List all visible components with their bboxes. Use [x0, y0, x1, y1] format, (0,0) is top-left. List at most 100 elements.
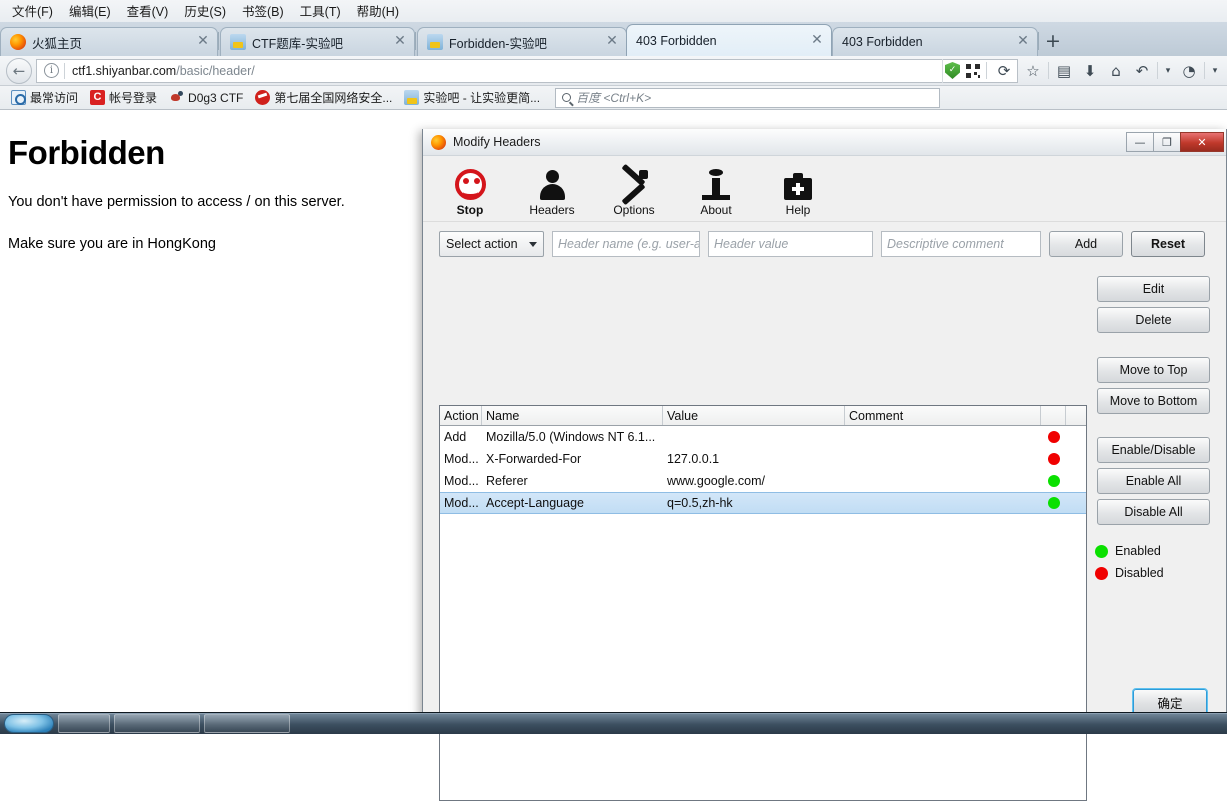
comment-input[interactable]: Descriptive comment — [881, 231, 1041, 257]
undo-dropdown-icon[interactable]: ▾ — [1162, 59, 1174, 83]
table-row[interactable]: Mod... Referer www.google.com/ — [440, 470, 1086, 492]
toolbar-button-help[interactable]: Help — [769, 168, 827, 217]
move-to-bottom-button[interactable]: Move to Bottom — [1097, 388, 1210, 414]
downloads-icon[interactable]: ⬇ — [1079, 59, 1101, 83]
column-header-value[interactable]: Value — [663, 406, 845, 425]
column-header-comment[interactable]: Comment — [845, 406, 1041, 425]
circle-red-icon — [255, 90, 270, 105]
firefox-browser-window: 文件(F) 编辑(E) 查看(V) 历史(S) 书签(B) 工具(T) 帮助(H… — [0, 0, 1227, 734]
url-divider — [64, 63, 65, 79]
taskbar-item[interactable] — [58, 714, 110, 733]
search-input[interactable]: 百度 <Ctrl+K> — [555, 88, 940, 108]
reading-list-icon[interactable]: ▤ — [1053, 59, 1075, 83]
url-bar[interactable]: i ctf1.shiyanbar.com/basic/header/ ⟳ — [36, 59, 1018, 83]
toolbar-button-stop[interactable]: Stop — [441, 168, 499, 217]
url-bar-icons: ⟳ — [942, 59, 1017, 83]
start-button[interactable] — [4, 714, 54, 733]
bookmark-most-visited[interactable]: 最常访问 — [6, 88, 83, 107]
adblock-shield-icon[interactable] — [945, 62, 960, 79]
menu-item-file[interactable]: 文件(F) — [4, 0, 61, 23]
new-tab-button[interactable]: + — [1040, 28, 1066, 54]
legend-label: Disabled — [1115, 566, 1164, 580]
status-dot-enabled — [1048, 497, 1060, 509]
column-header-action[interactable]: Action — [440, 406, 482, 425]
toolbar-button-headers[interactable]: Headers — [523, 168, 581, 217]
firefox-icon — [431, 135, 446, 150]
table-row[interactable]: Mod... Accept-Language q=0.5,zh-hk — [440, 492, 1086, 514]
disable-all-button[interactable]: Disable All — [1097, 499, 1210, 525]
tab-firefox-home[interactable]: 火狐主页 ✕ — [0, 27, 218, 56]
close-icon[interactable]: ✕ — [195, 34, 211, 50]
table-row[interactable]: Add Mozilla/5.0 (Windows NT 6.1... — [440, 426, 1086, 448]
menu-item-history[interactable]: 历史(S) — [176, 0, 234, 23]
cell-status — [1041, 475, 1066, 487]
shiyanbar-icon — [404, 90, 419, 105]
person-icon — [537, 168, 567, 200]
bookmark-d0g3-ctf[interactable]: D0g3 CTF — [164, 89, 248, 106]
bookmark-label: 最常访问 — [30, 89, 78, 106]
table-row[interactable]: Mod... X-Forwarded-For 127.0.0.1 — [440, 448, 1086, 470]
home-icon[interactable]: ⌂ — [1105, 59, 1127, 83]
tab-strip: 火狐主页 ✕ CTF题库-实验吧 ✕ Forbidden-实验吧 ✕ 403 F… — [0, 22, 1227, 56]
url-host: ctf1.shiyanbar.com — [72, 64, 176, 78]
search-icon — [562, 93, 571, 102]
move-to-top-button[interactable]: Move to Top — [1097, 357, 1210, 383]
tab-forbidden-shiyanbar[interactable]: Forbidden-实验吧 ✕ — [417, 27, 627, 56]
bookmark-shiyanbar[interactable]: 实验吧 - 让实验更简... — [399, 88, 545, 107]
column-header-name[interactable]: Name — [482, 406, 663, 425]
page-info-icon[interactable]: i — [44, 63, 59, 78]
info-icon — [702, 168, 730, 200]
tab-ctf-question-bank[interactable]: CTF题库-实验吧 ✕ — [220, 27, 415, 56]
toolbar-label: Options — [613, 203, 654, 217]
legend-disabled: Disabled — [1095, 566, 1164, 580]
minimize-button[interactable]: — — [1126, 132, 1154, 152]
back-button[interactable]: ← — [6, 58, 32, 84]
menu-item-bookmarks[interactable]: 书签(B) — [234, 0, 292, 23]
first-aid-kit-icon — [784, 168, 812, 200]
tab-403-forbidden-active[interactable]: 403 Forbidden ✕ — [626, 24, 832, 56]
action-select[interactable]: Select action — [439, 231, 544, 257]
close-icon[interactable]: ✕ — [809, 33, 825, 49]
tab-label: 403 Forbidden — [842, 35, 1005, 49]
cookie-dropdown-icon[interactable]: ▾ — [1209, 59, 1221, 83]
wrench-screwdriver-icon — [618, 168, 650, 200]
legend-enabled: Enabled — [1095, 544, 1164, 558]
windows-taskbar — [0, 712, 1227, 734]
toolbar-button-about[interactable]: About — [687, 168, 745, 217]
header-name-placeholder: Header name (e.g. user-a — [558, 237, 700, 251]
taskbar-item[interactable] — [204, 714, 290, 733]
cell-value: q=0.5,zh-hk — [663, 496, 845, 510]
menu-item-edit[interactable]: 编辑(E) — [61, 0, 119, 23]
delete-button[interactable]: Delete — [1097, 307, 1210, 333]
enable-disable-button[interactable]: Enable/Disable — [1097, 437, 1210, 463]
bookmark-star-icon[interactable]: ☆ — [1022, 59, 1044, 83]
close-icon[interactable]: ✕ — [604, 34, 620, 50]
cookie-icon[interactable]: ◔ — [1178, 59, 1200, 83]
close-icon[interactable]: ✕ — [1015, 34, 1031, 50]
dialog-title-bar[interactable]: Modify Headers — ❐ ✕ — [423, 129, 1226, 156]
reset-button[interactable]: Reset — [1131, 231, 1205, 257]
header-value-input[interactable]: Header value — [708, 231, 873, 257]
header-name-input[interactable]: Header name (e.g. user-a — [552, 231, 700, 257]
menu-item-tools[interactable]: 工具(T) — [292, 0, 349, 23]
menu-item-view[interactable]: 查看(V) — [119, 0, 177, 23]
menu-item-help[interactable]: 帮助(H) — [349, 0, 407, 23]
cell-name: Mozilla/5.0 (Windows NT 6.1... — [482, 430, 663, 444]
reload-button[interactable]: ⟳ — [993, 59, 1015, 83]
add-button[interactable]: Add — [1049, 231, 1123, 257]
edit-button[interactable]: Edit — [1097, 276, 1210, 302]
maximize-button[interactable]: ❐ — [1153, 132, 1181, 152]
close-icon[interactable]: ✕ — [392, 34, 408, 50]
bookmark-account-login[interactable]: 帐号登录 — [85, 88, 162, 107]
bookmark-label: 实验吧 - 让实验更简... — [423, 89, 540, 106]
qr-code-icon[interactable] — [966, 64, 980, 78]
undo-icon[interactable]: ↶ — [1131, 59, 1153, 83]
enable-all-button[interactable]: Enable All — [1097, 468, 1210, 494]
cell-name: Accept-Language — [482, 496, 663, 510]
close-button[interactable]: ✕ — [1180, 132, 1224, 152]
headers-table[interactable]: Action Name Value Comment Add Mozilla/5.… — [439, 405, 1087, 801]
bookmark-national-security[interactable]: 第七届全国网络安全... — [250, 88, 397, 107]
tab-403-forbidden-2[interactable]: 403 Forbidden ✕ — [832, 27, 1038, 56]
taskbar-item[interactable] — [114, 714, 200, 733]
toolbar-button-options[interactable]: Options — [605, 168, 663, 217]
